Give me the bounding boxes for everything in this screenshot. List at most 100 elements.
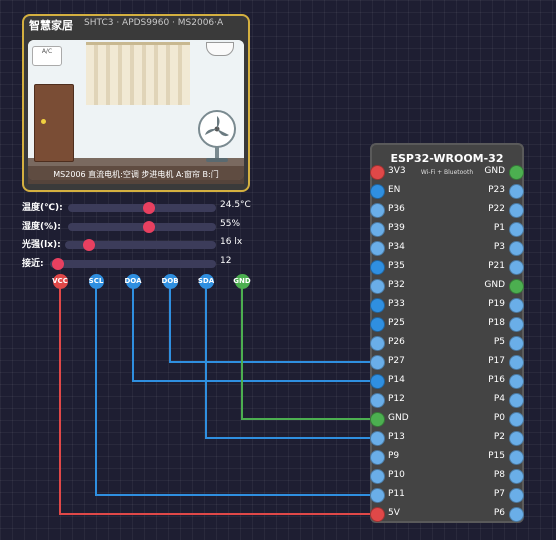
esp32-pin-label: 5V	[388, 508, 400, 518]
esp32-pin-label: GND	[388, 413, 409, 423]
esp32-pin-label: P14	[388, 375, 405, 385]
esp32-pin-p21[interactable]	[508, 259, 524, 275]
esp32-pin-p32[interactable]	[369, 278, 385, 294]
slider-thumb[interactable]	[143, 202, 156, 214]
slider-value: 16 lx	[220, 237, 243, 247]
esp32-pin-en[interactable]	[369, 183, 385, 199]
esp32-pin-p39[interactable]	[369, 221, 385, 237]
slider-label: 温度(℃):	[22, 203, 63, 213]
esp32-pin-label: P1	[493, 223, 505, 233]
esp32-pin-label: P15	[488, 451, 505, 461]
module-pin-label: DOB	[161, 276, 179, 285]
esp32-pin-label: P5	[493, 337, 505, 347]
module-pin-label: DOA	[124, 276, 142, 285]
esp32-pin-p23[interactable]	[508, 183, 524, 199]
esp32-pin-p12[interactable]	[369, 392, 385, 408]
esp32-pin-p6[interactable]	[508, 506, 524, 522]
esp32-pin-p18[interactable]	[508, 316, 524, 332]
module-pin-label: SCL	[88, 276, 104, 285]
esp32-pin-label: P16	[488, 375, 505, 385]
esp32-pin-p9[interactable]	[369, 449, 385, 465]
esp32-pin-label: P34	[388, 242, 405, 252]
esp32-pin-label: 3V3	[388, 166, 406, 176]
curtain-icon[interactable]	[86, 42, 190, 105]
esp32-pin-p22[interactable]	[508, 202, 524, 218]
esp32-board[interactable]: ESP32-WROOM-32 Wi-Fi + Bluetooth	[370, 143, 524, 523]
esp32-pin-p15[interactable]	[508, 449, 524, 465]
esp32-pin-p10[interactable]	[369, 468, 385, 484]
sensor-slider-row: 接近: 12	[22, 256, 262, 272]
esp32-pin-p8[interactable]	[508, 468, 524, 484]
module-pin-label: GND	[233, 276, 251, 285]
slider-thumb[interactable]	[83, 239, 96, 251]
module-title: 智慧家居	[29, 19, 73, 32]
ac-label: A/C	[41, 48, 53, 55]
esp32-pin-label: GND	[484, 166, 505, 176]
esp32-pin-p25[interactable]	[369, 316, 385, 332]
esp32-pin-gnd[interactable]	[369, 411, 385, 427]
esp32-pin-label: P2	[493, 432, 505, 442]
slider-track[interactable]	[68, 221, 216, 233]
esp32-pin-label: P27	[388, 356, 405, 366]
esp32-pin-label: P18	[488, 318, 505, 328]
slider-thumb[interactable]	[143, 221, 156, 233]
esp32-pin-label: P32	[388, 280, 405, 290]
esp32-pin-label: P3	[493, 242, 505, 252]
fan-blades-icon	[205, 116, 229, 137]
actuator-status-text: MS2006 直流电机:空调 步进电机 A:窗帘 B:门	[28, 166, 244, 184]
esp32-pin-gnd[interactable]	[508, 164, 524, 180]
esp32-pin-gnd[interactable]	[508, 278, 524, 294]
esp32-pin-label: P4	[493, 394, 505, 404]
esp32-pin-p27[interactable]	[369, 354, 385, 370]
esp32-pin-p13[interactable]	[369, 430, 385, 446]
slider-label: 湿度(%):	[22, 222, 61, 232]
esp32-pin-label: P12	[388, 394, 405, 404]
door-icon[interactable]	[34, 84, 74, 162]
slider-track[interactable]	[50, 258, 216, 270]
esp32-pin-p16[interactable]	[508, 373, 524, 389]
slider-thumb[interactable]	[52, 258, 65, 270]
wire-doa-p14	[132, 288, 371, 382]
esp32-pin-label: P10	[388, 470, 405, 480]
module-subtitle: SHTC3 · APDS9960 · MS2006·A	[84, 18, 224, 28]
esp32-pin-3v3[interactable]	[369, 164, 385, 180]
esp32-pin-label: EN	[388, 185, 401, 195]
esp32-pin-label: P6	[493, 508, 505, 518]
esp32-pin-p11[interactable]	[369, 487, 385, 503]
esp32-pin-p35[interactable]	[369, 259, 385, 275]
module-pin-label: VCC	[52, 276, 68, 285]
esp32-pin-label: P8	[493, 470, 505, 480]
esp32-pin-p4[interactable]	[508, 392, 524, 408]
esp32-pin-p17[interactable]	[508, 354, 524, 370]
esp32-pin-p5[interactable]	[508, 335, 524, 351]
slider-track[interactable]	[68, 202, 216, 214]
sensor-slider-row: 温度(℃): 24.5°C	[22, 200, 262, 216]
esp32-pin-label: P11	[388, 489, 405, 499]
fan-icon[interactable]	[198, 110, 236, 148]
esp32-pin-label: P9	[388, 451, 400, 461]
esp32-pin-p34[interactable]	[369, 240, 385, 256]
air-conditioner-icon[interactable]: A/C	[32, 46, 62, 66]
esp32-pin-p14[interactable]	[369, 373, 385, 389]
esp32-pin-p26[interactable]	[369, 335, 385, 351]
esp32-pin-p0[interactable]	[508, 411, 524, 427]
slider-label: 光强(lx):	[22, 240, 61, 250]
slider-track[interactable]	[65, 239, 216, 251]
slider-value: 55%	[220, 219, 241, 229]
esp32-pin-label: P26	[388, 337, 405, 347]
slider-value: 24.5°C	[220, 200, 251, 210]
fan-base	[206, 158, 228, 162]
esp32-pin-label: P19	[488, 299, 505, 309]
esp32-pin-5v[interactable]	[369, 506, 385, 522]
esp32-pin-label: P23	[488, 185, 505, 195]
esp32-pin-p1[interactable]	[508, 221, 524, 237]
esp32-pin-p7[interactable]	[508, 487, 524, 503]
esp32-pin-label: P17	[488, 356, 505, 366]
esp32-pin-p36[interactable]	[369, 202, 385, 218]
esp32-pin-label: GND	[484, 280, 505, 290]
esp32-pin-p33[interactable]	[369, 297, 385, 313]
esp32-pin-p19[interactable]	[508, 297, 524, 313]
smart-home-module[interactable]: 智慧家居 SHTC3 · APDS9960 · MS2006·A A/C MS2…	[22, 14, 250, 192]
esp32-pin-p3[interactable]	[508, 240, 524, 256]
esp32-pin-p2[interactable]	[508, 430, 524, 446]
